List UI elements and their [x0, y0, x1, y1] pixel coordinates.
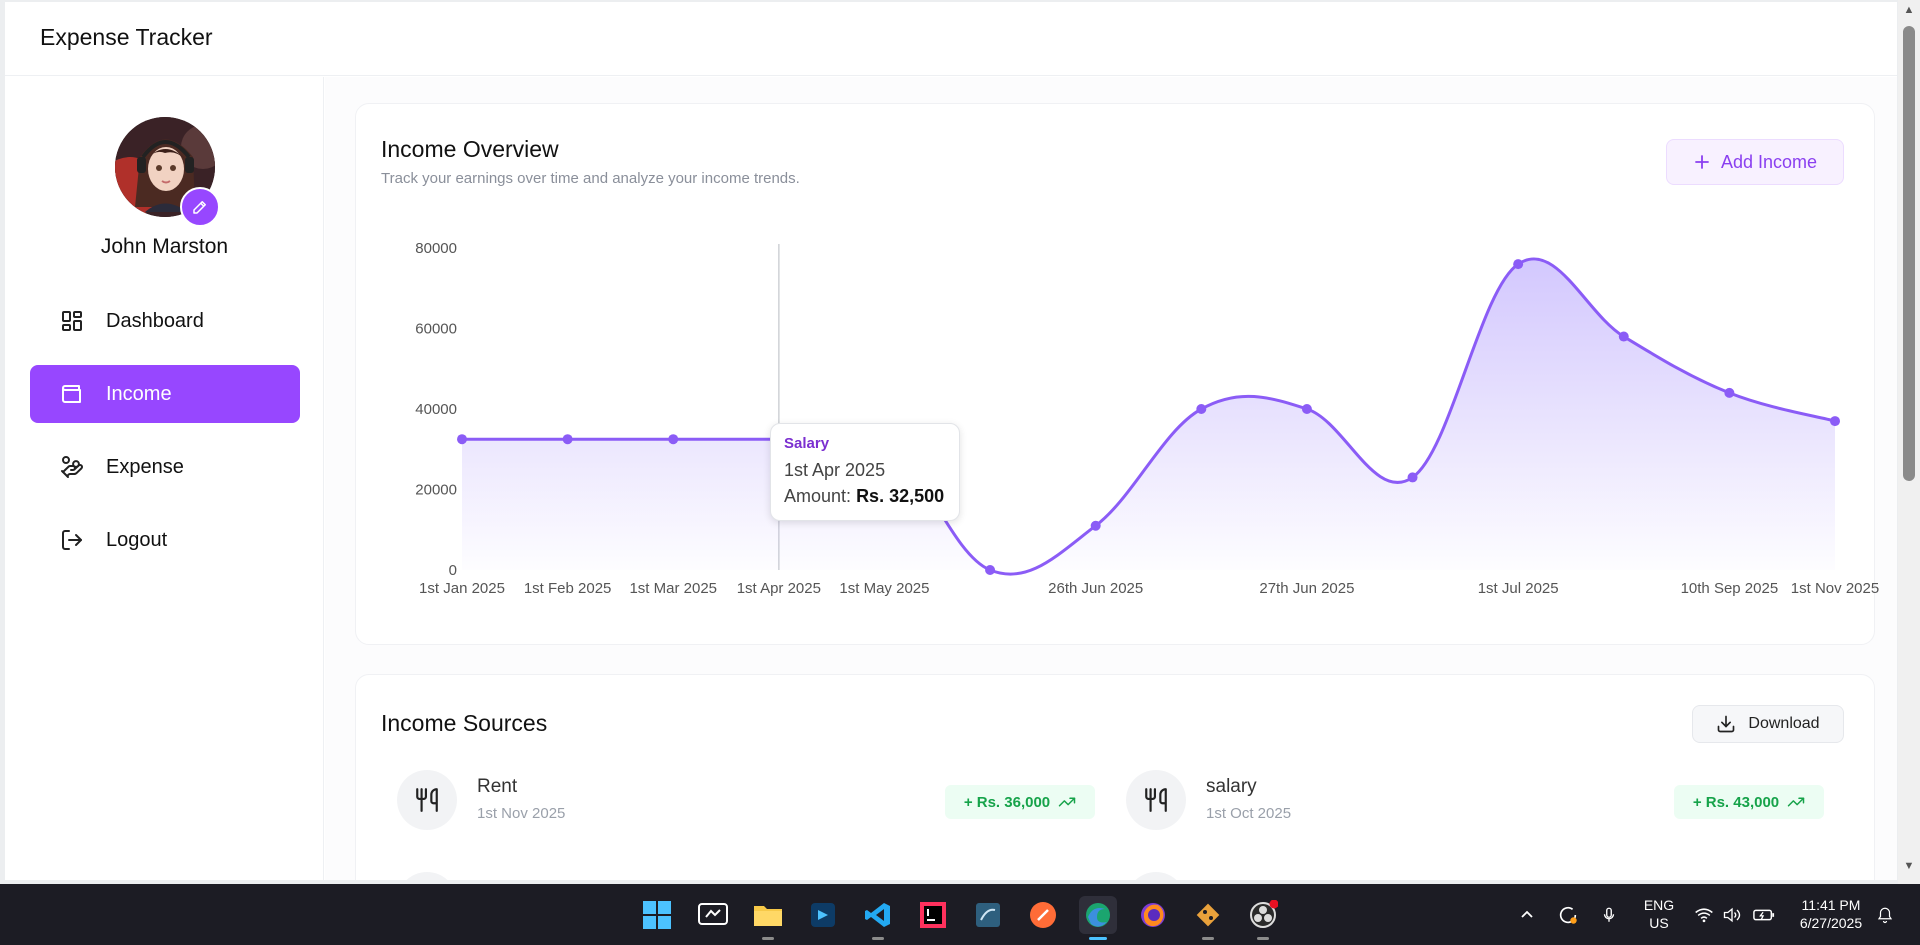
- tooltip-amount-label: Amount:: [784, 486, 852, 506]
- add-income-label: Add Income: [1720, 151, 1818, 172]
- notifications-icon[interactable]: [1872, 896, 1898, 934]
- visual-studio-icon[interactable]: [804, 896, 842, 934]
- top-bar: Expense Tracker: [5, 2, 1897, 76]
- clock[interactable]: 11:41 PM 6/27/2025: [1790, 896, 1872, 932]
- sources-title: Income Sources: [381, 710, 548, 736]
- income-source-item[interactable]: Rent 1st Nov 2025 + Rs. 36,000: [397, 770, 1097, 834]
- chart-tooltip: Salary 1st Apr 2025 Amount: Rs. 32,500: [770, 423, 960, 521]
- sidebar-item-label: Expense: [106, 455, 184, 478]
- sidebar-item-logout[interactable]: Logout: [30, 511, 300, 569]
- language-indicator[interactable]: ENG US: [1643, 896, 1675, 932]
- tooltip-amount-value: Rs. 32,500: [856, 486, 945, 506]
- edge-icon[interactable]: [1079, 896, 1117, 940]
- sidebar-item-dashboard[interactable]: Dashboard: [30, 292, 300, 350]
- sync-icon[interactable]: [1553, 896, 1583, 934]
- expense-tracker-page: Expense Tracker John Marston Dashboard I…: [5, 2, 1897, 880]
- logout-icon: [60, 528, 84, 552]
- source-name: salary: [1206, 776, 1257, 797]
- main-content: Income Overview Track your earnings over…: [325, 77, 1897, 880]
- income-overview-card: Income Overview Track your earnings over…: [355, 103, 1875, 645]
- add-income-button[interactable]: Add Income: [1666, 139, 1844, 185]
- source-amount: + Rs. 36,000: [963, 793, 1051, 811]
- source-amount-badge: + Rs. 36,000: [945, 785, 1095, 819]
- tooltip-date: 1st Apr 2025: [784, 460, 886, 480]
- windows-taskbar: ENG US 11:41 PM 6/27/2025: [0, 884, 1920, 945]
- scrollbar-thumb[interactable]: [1903, 26, 1915, 481]
- edit-avatar-button[interactable]: [180, 187, 220, 227]
- tooltip-category: Salary: [784, 435, 830, 452]
- user-name: John Marston: [100, 235, 229, 258]
- sidebar-item-label: Income: [106, 382, 172, 405]
- battery-icon[interactable]: [1751, 896, 1777, 934]
- sidebar-item-label: Dashboard: [106, 309, 204, 332]
- mysql-workbench-icon[interactable]: [969, 896, 1007, 934]
- sidebar-nav: Dashboard Income Expense Logout: [30, 292, 300, 584]
- pencil-icon: [193, 201, 206, 214]
- file-explorer-icon[interactable]: [749, 896, 787, 940]
- running-indicator: [1202, 937, 1214, 940]
- running-indicator: [762, 937, 774, 940]
- volume-icon[interactable]: [1719, 896, 1745, 934]
- overview-title: Income Overview: [381, 136, 559, 162]
- source-amount: + Rs. 43,000: [1692, 793, 1780, 811]
- vscode-icon[interactable]: [859, 896, 897, 940]
- sidebar: John Marston Dashboard Income Expense Lo…: [5, 77, 324, 880]
- scroll-down-arrow-icon[interactable]: ▼: [1902, 860, 1916, 874]
- clock-date: 6/27/2025: [1799, 915, 1863, 931]
- wallet-icon: [60, 382, 84, 406]
- fork-knife-icon: [397, 770, 457, 830]
- windows-start-icon[interactable]: [638, 896, 676, 934]
- fork-knife-icon: [1126, 770, 1186, 830]
- source-date: 1st Nov 2025: [477, 805, 566, 822]
- source-icon-partial: [397, 872, 457, 880]
- region-label: US: [1649, 915, 1669, 931]
- overview-subtitle: Track your earnings over time and analyz…: [381, 170, 800, 187]
- page-scrollbar[interactable]: ▲ ▼: [1898, 0, 1920, 884]
- download-label: Download: [1748, 715, 1820, 732]
- running-indicator: [872, 937, 884, 940]
- running-indicator: [1257, 937, 1269, 940]
- source-icon-partial: [1126, 872, 1186, 880]
- tooltip-amount: Amount: Rs. 32,500: [784, 486, 944, 507]
- scroll-up-arrow-icon[interactable]: ▲: [1902, 4, 1916, 18]
- plus-icon: [1695, 155, 1709, 169]
- chevron-up-icon[interactable]: [1514, 896, 1540, 934]
- income-source-item[interactable]: salary 1st Oct 2025 + Rs. 43,000: [1126, 770, 1826, 834]
- obs-icon[interactable]: [1244, 896, 1282, 940]
- clock-time: 11:41 PM: [1801, 897, 1861, 913]
- download-icon: [1718, 715, 1735, 733]
- sidebar-item-label: Logout: [106, 528, 168, 551]
- download-button[interactable]: Download: [1692, 705, 1844, 743]
- source-amount-badge: + Rs. 43,000: [1674, 785, 1824, 819]
- hand-coins-icon: [60, 455, 84, 479]
- source-date: 1st Oct 2025: [1206, 805, 1292, 822]
- wifi-icon[interactable]: [1691, 896, 1717, 934]
- trending-up-icon: [1787, 797, 1805, 807]
- postman-icon[interactable]: [1024, 896, 1062, 934]
- browser-viewport: Expense Tracker John Marston Dashboard I…: [0, 0, 1920, 884]
- income-sources-card: Income Sources Download Rent 1st Nov 202…: [355, 674, 1875, 880]
- git-icon[interactable]: [1189, 896, 1227, 940]
- trending-up-icon: [1058, 797, 1076, 807]
- dashboard-icon: [60, 309, 84, 333]
- sidebar-item-expense[interactable]: Expense: [30, 438, 300, 496]
- intellij-icon[interactable]: [914, 896, 952, 934]
- source-name: Rent: [477, 776, 518, 797]
- language-label: ENG: [1643, 897, 1675, 913]
- sidebar-item-income[interactable]: Income: [30, 365, 300, 423]
- microphone-icon[interactable]: [1596, 896, 1622, 934]
- firefox-icon[interactable]: [1134, 896, 1172, 934]
- app-title: Expense Tracker: [40, 24, 213, 50]
- dev-home-icon[interactable]: [694, 896, 732, 934]
- active-indicator: [1089, 937, 1107, 940]
